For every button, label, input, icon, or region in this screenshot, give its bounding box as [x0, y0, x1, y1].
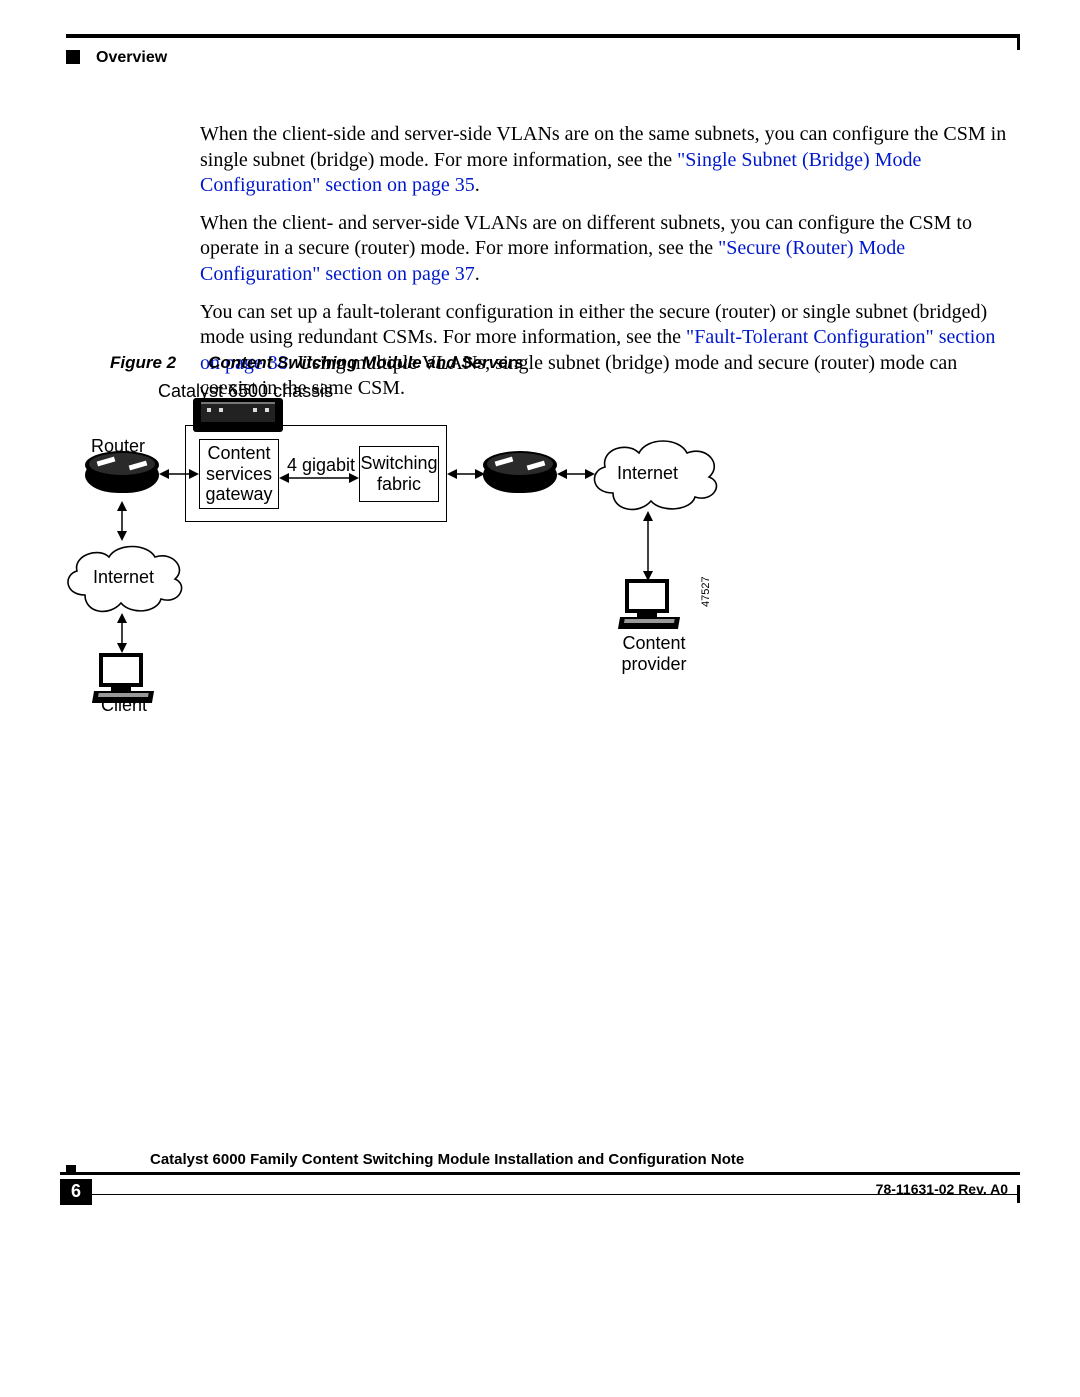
doc-revision: 78-11631-02 Rev. A0: [876, 1181, 1008, 1199]
footer-doc-title: Catalyst 6000 Family Content Switching M…: [150, 1150, 744, 1169]
arrow-router-internet-left: [115, 501, 129, 541]
paragraph-1: When the client-side and server-side VLA…: [200, 122, 1010, 199]
figure-caption: Figure 2 Content Switching Module and Ser…: [110, 352, 524, 374]
arrow-router-chassis: [159, 467, 199, 481]
text: .: [475, 174, 480, 196]
label-internet-right: Internet: [617, 463, 678, 484]
label-fabric: Switching fabric: [360, 453, 437, 494]
figure-number: Figure 2: [110, 353, 176, 372]
switch-icon: [193, 398, 283, 432]
header-marker: [66, 50, 80, 64]
text: .: [475, 263, 480, 285]
label-internet-left: Internet: [93, 567, 154, 588]
label-client: Client: [101, 695, 147, 716]
label-csg: Content services gateway: [205, 443, 272, 505]
paragraph-2: When the client- and server-side VLANs a…: [200, 211, 1010, 288]
label-provider: Content provider: [609, 633, 699, 674]
page-number: 6: [60, 1179, 92, 1205]
header-rule: [66, 34, 1020, 38]
figure-diagram: Catalyst 6500 chassis Content services g…: [55, 375, 775, 725]
arrow-internet-provider: [641, 511, 655, 581]
arrow-internet-client: [115, 613, 129, 653]
header-tick: [1017, 34, 1020, 50]
router-icon-right: [483, 451, 557, 505]
box-fabric: Switching fabric: [359, 446, 439, 502]
router-icon-left: [85, 451, 159, 505]
figure-title: Content Switching Module and Servers: [208, 353, 523, 372]
footer-rule-major: [60, 1172, 1020, 1175]
box-csg: Content services gateway: [199, 439, 279, 509]
figure-id: 47527: [699, 576, 713, 607]
arrow-csg-fabric: [279, 471, 359, 485]
running-header: Overview: [96, 48, 167, 68]
page: Overview When the client-side and server…: [0, 0, 1080, 1397]
footer-tick: [1017, 1185, 1020, 1203]
server-icon-provider: [619, 579, 679, 631]
arrow-fabric-router2: [447, 467, 485, 481]
